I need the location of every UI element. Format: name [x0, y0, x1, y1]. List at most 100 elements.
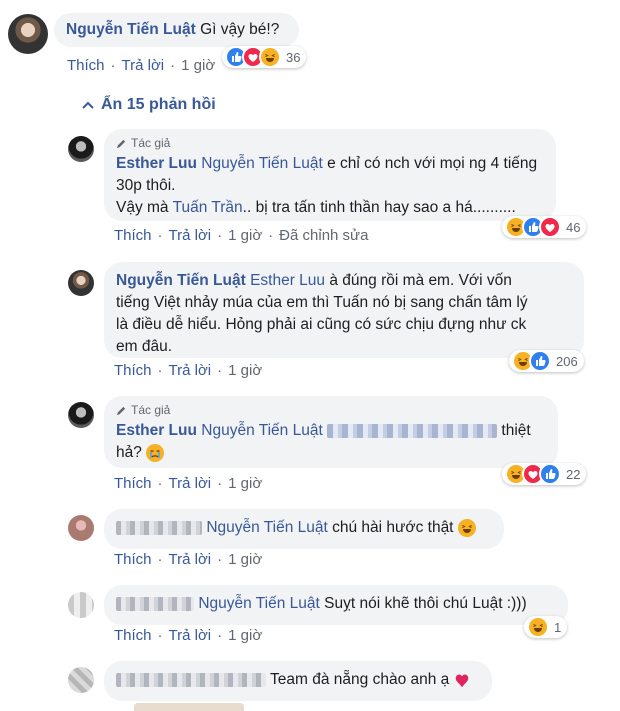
reply-link[interactable]: Trả lời — [169, 475, 212, 492]
comment-bubble: Tác giả Esther Luu Nguyễn Tiến Luật thiệ… — [104, 396, 558, 468]
comment-actions: Thích · Trả lời · 1 giờ — [67, 57, 215, 74]
separator: · — [217, 227, 223, 244]
author-badge: Tác giả — [116, 135, 544, 151]
reaction-count: 1 — [554, 619, 562, 635]
separator: · — [157, 551, 163, 568]
mention-tag[interactable]: Nguyễn Tiến Luật — [201, 155, 323, 172]
separator: · — [157, 227, 163, 244]
comment-text: Gì vậy bé!? — [200, 21, 280, 38]
comment-bubble: Nguyễn Tiến Luật chú hài hước thật — [104, 509, 504, 549]
next-comment-preview — [134, 703, 244, 711]
blurred-author — [116, 672, 266, 687]
reply-link[interactable]: Trả lời — [169, 362, 212, 379]
comment-author[interactable]: Esther Luu — [116, 155, 197, 172]
like-link[interactable]: Thích — [114, 475, 152, 492]
reply-link[interactable]: Trả lời — [122, 57, 165, 74]
separator: · — [217, 551, 223, 568]
reaction-summary[interactable]: 206 — [509, 350, 584, 372]
mention-tag[interactable]: Nguyễn Tiến Luật — [201, 422, 323, 439]
laughing-emoji-icon — [457, 518, 476, 537]
like-link[interactable]: Thích — [114, 227, 152, 244]
reply-link[interactable]: Trả lời — [169, 627, 212, 644]
comment-text: thiệt — [501, 422, 531, 439]
avatar[interactable] — [68, 667, 94, 693]
comment-text: tiếng Việt nhảy múa của em thì Tuấn nó b… — [116, 294, 528, 311]
comment-author[interactable]: Esther Luu — [116, 422, 197, 439]
timestamp[interactable]: 1 giờ — [228, 627, 262, 644]
comment-actions: Thích · Trả lời · 1 giờ · Đã chỉnh sửa — [114, 227, 368, 244]
pencil-icon — [116, 406, 126, 415]
separator: · — [217, 362, 223, 379]
like-link[interactable]: Thích — [114, 627, 152, 644]
reaction-summary[interactable]: 1 — [524, 616, 568, 638]
reaction-count: 46 — [566, 219, 581, 235]
avatar[interactable] — [68, 270, 94, 296]
mention-tag[interactable]: Nguyễn Tiến Luật — [206, 519, 328, 536]
mention-tag[interactable]: Tuấn Trần — [173, 199, 243, 216]
separator: · — [157, 627, 163, 644]
timestamp[interactable]: 1 giờ — [181, 57, 215, 74]
comment-text: 30p thôi. — [116, 177, 176, 194]
avatar[interactable] — [8, 14, 48, 54]
like-icon — [529, 350, 551, 372]
reply-link[interactable]: Trả lời — [169, 551, 212, 568]
separator: · — [157, 475, 163, 492]
separator: · — [217, 475, 223, 492]
love-icon — [539, 216, 561, 238]
reply-link[interactable]: Trả lời — [169, 227, 212, 244]
comment-actions: Thích · Trả lời · 1 giờ — [114, 627, 262, 644]
comment-actions: Thích · Trả lời · 1 giờ — [114, 475, 262, 492]
chevron-up-icon — [82, 101, 94, 109]
comment-actions: Thích · Trả lời · 1 giờ — [114, 551, 262, 568]
comment-text: e chỉ có nch với mọi ng 4 tiếng — [322, 155, 538, 172]
mention-tag[interactable]: Esther Luu — [250, 272, 325, 289]
like-link[interactable]: Thích — [67, 57, 105, 74]
reaction-count: 22 — [566, 466, 581, 482]
hide-replies-toggle[interactable]: Ẩn 15 phản hồi — [82, 96, 216, 114]
timestamp[interactable]: 1 giờ — [228, 551, 262, 568]
haha-icon — [259, 46, 281, 68]
timestamp[interactable]: 1 giờ — [228, 362, 262, 379]
comment-text: em đâu. — [116, 338, 173, 355]
reaction-summary[interactable]: 36 — [222, 46, 307, 68]
comment-actions: Thích · Trả lời · 1 giờ — [114, 362, 262, 379]
timestamp[interactable]: 1 giờ — [228, 227, 262, 244]
haha-icon — [527, 616, 549, 638]
comment-bubble: Nguyễn Tiến Luật Gì vậy bé!? — [54, 13, 299, 47]
comment-text: à đúng rồi mà em. Với vốn — [325, 272, 512, 289]
separator: · — [268, 227, 274, 244]
mention-tag[interactable]: Nguyễn Tiến Luật — [198, 595, 320, 612]
comment-bubble: Team đà nẵng chào anh ạ — [104, 661, 492, 701]
separator: · — [157, 362, 163, 379]
heart-emoji-icon — [455, 674, 468, 687]
blurred-mention — [327, 423, 498, 438]
comment-bubble: Nguyễn Tiến Luật Esther Luu à đúng rồi m… — [104, 262, 584, 358]
author-badge-label: Tác giả — [131, 136, 171, 150]
reaction-count: 206 — [556, 353, 578, 369]
blurred-author — [116, 520, 202, 535]
reaction-count: 36 — [286, 49, 301, 65]
author-badge: Tác giả — [116, 402, 546, 418]
edited-label[interactable]: Đã chỉnh sửa — [279, 227, 368, 244]
separator: · — [170, 57, 176, 74]
comment-text: .. bị tra tấn tinh thần hay sao a há....… — [242, 199, 516, 216]
like-link[interactable]: Thích — [114, 362, 152, 379]
reaction-summary[interactable]: 46 — [502, 216, 587, 238]
comment-bubble: Tác giả Esther Luu Nguyễn Tiến Luật e ch… — [104, 129, 556, 221]
pencil-icon — [116, 139, 126, 148]
avatar[interactable] — [68, 136, 94, 162]
comment-author[interactable]: Nguyễn Tiến Luật — [116, 272, 246, 289]
avatar[interactable] — [68, 515, 94, 541]
reaction-summary[interactable]: 22 — [502, 463, 587, 485]
like-link[interactable]: Thích — [114, 551, 152, 568]
separator: · — [110, 57, 116, 74]
avatar[interactable] — [68, 592, 94, 618]
hide-replies-label: Ẩn 15 phản hồi — [101, 96, 216, 113]
comment-text: là điều dễ hiểu. Hỏng phải ai cũng có sứ… — [116, 316, 527, 333]
avatar[interactable] — [68, 402, 94, 428]
comment-text: Team đà nẵng chào anh ạ — [270, 671, 450, 688]
comment-text: hả? — [116, 444, 142, 461]
comment-author[interactable]: Nguyễn Tiến Luật — [66, 21, 196, 38]
comment-bubble: Nguyễn Tiến Luật Suỵt nói khẽ thôi chú L… — [104, 585, 568, 625]
timestamp[interactable]: 1 giờ — [228, 475, 262, 492]
